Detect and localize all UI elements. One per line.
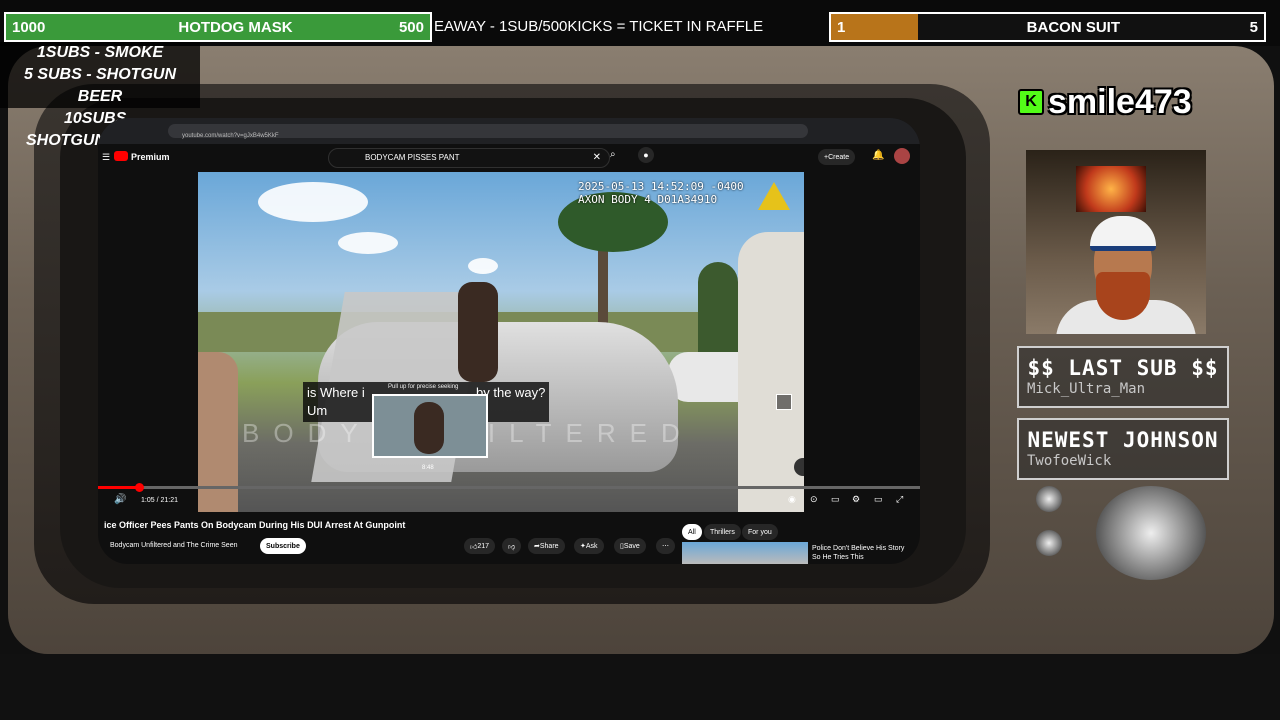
goal-target: 500 xyxy=(398,18,424,36)
menu-icon[interactable]: ☰ xyxy=(102,152,110,163)
browser-screen: youtube.com/watch?v=gJxB4w5KkF ☰ Premium… xyxy=(98,118,920,564)
last-sub-title: $$ LAST SUB $$ xyxy=(1027,356,1219,380)
seek-hint: Pull up for precise seeking xyxy=(388,384,459,390)
thumbs-down-icon: 👎︎ xyxy=(508,543,516,551)
video-player[interactable]: 2025-05-13 14:52:09 -0400 AXON BODY 4 D0… xyxy=(198,172,804,512)
goal-bar-hotdog-mask: 1000 HOTDOG MASK 500 xyxy=(4,12,432,42)
cloud xyxy=(338,232,398,254)
channel-name[interactable]: Bodycam Unfiltered and The Crime Seen xyxy=(110,542,238,549)
player-controls: 🔊 1:05 / 21:21 ◉ ⊙ ▭ ⚙ ▭ ⤢ xyxy=(98,492,920,510)
youtube-logo-icon[interactable] xyxy=(114,151,128,161)
ask-button[interactable]: ✦ Ask xyxy=(574,538,604,554)
chip-thrillers[interactable]: Thrillers xyxy=(704,524,741,540)
preview-person xyxy=(414,402,444,454)
axon-logo-icon xyxy=(758,182,790,210)
sub-reward-item: 1SUBS - SMOKE xyxy=(36,44,164,61)
goal-current: 1000 xyxy=(12,18,46,36)
create-button[interactable]: + Create xyxy=(818,149,856,165)
progress-scrubber[interactable] xyxy=(135,483,145,492)
seek-preview-time: 8:48 xyxy=(422,465,434,471)
thumbs-up-icon: 👍︎ xyxy=(470,543,478,551)
theater-mode-icon[interactable]: ▭ xyxy=(874,494,883,505)
last-sub-box: $$ LAST SUB $$ Mick_Ultra_Man xyxy=(1017,346,1229,408)
sub-reward-item: 5 SUBS - SHOTGUN BEER xyxy=(23,66,176,105)
address-bar[interactable]: youtube.com/watch?v=gJxB4w5KkF xyxy=(168,124,808,139)
rec-title-line: Police Don't Believe His Story xyxy=(812,545,905,552)
last-sub-name: Mick_Ultra_Man xyxy=(1027,381,1146,397)
address-url: youtube.com/watch?v=gJxB4w5KkF xyxy=(182,133,279,139)
channel-row: Bodycam Unfiltered and The Crime Seen Su… xyxy=(110,538,690,558)
webcam-feed xyxy=(1026,150,1206,334)
like-button[interactable]: 👍︎ 217 xyxy=(464,538,496,554)
time-display: 1:05 / 21:21 xyxy=(141,497,178,504)
chip-for-you[interactable]: For you xyxy=(742,524,778,540)
miniplayer-icon[interactable] xyxy=(776,394,792,410)
kick-username: K smile473 xyxy=(1018,80,1230,124)
youtube-header: ☰ Premium BODYCAM PISSES PANT ✕ ⌕ ● + Cr… xyxy=(98,144,920,172)
goal-label: BACON SUIT xyxy=(1026,18,1120,36)
streamer-hat xyxy=(1090,216,1156,251)
goal-target: 5 xyxy=(1249,18,1258,36)
goal-bar-bacon-suit: 1 BACON SUIT 5 xyxy=(829,12,1266,42)
bodycam-timestamp: 2025-05-13 14:52:09 -0400 AXON BODY 4 D0… xyxy=(578,180,744,206)
device-text: AXON BODY 4 D01A34910 xyxy=(578,193,718,206)
clear-search-icon[interactable]: ✕ xyxy=(593,152,601,163)
goal-current: 1 xyxy=(837,18,846,36)
chip-all[interactable]: All xyxy=(682,524,702,540)
caption-line-1: is Where i xyxy=(307,385,365,400)
toggle-icon[interactable]: ⊙ xyxy=(810,494,818,505)
timestamp-text: 2025-05-13 14:52:09 -0400 xyxy=(578,180,744,193)
create-label: Create xyxy=(828,153,850,161)
share-button[interactable]: ➦ Share xyxy=(528,538,565,554)
microphone-icon[interactable]: ● xyxy=(638,147,654,163)
tv-knob xyxy=(1036,530,1062,556)
driver-person xyxy=(458,282,498,382)
autoplay-toggle-icon[interactable]: ◉ xyxy=(788,494,796,505)
captions-icon[interactable]: ▭ xyxy=(831,494,840,505)
recommended-title[interactable]: Police Don't Believe His Story So He Tri… xyxy=(812,544,904,562)
tv-knob-panel xyxy=(1016,482,1228,582)
save-label: Save xyxy=(623,542,640,550)
cloud xyxy=(468,258,498,274)
video-progress-bar[interactable] xyxy=(98,483,920,492)
cloud xyxy=(258,182,368,222)
save-button[interactable]: ▯ Save xyxy=(614,538,646,554)
browser-chrome: youtube.com/watch?v=gJxB4w5KkF xyxy=(98,118,920,144)
recommended-thumbnail[interactable] xyxy=(682,542,808,564)
notifications-bell-icon[interactable]: 🔔 xyxy=(872,150,884,161)
kick-username-text: smile473 xyxy=(1048,82,1192,121)
tv-knob xyxy=(1036,486,1062,512)
sub-rewards-list: 1SUBS - SMOKE 5 SUBS - SHOTGUN BEER 10SU… xyxy=(0,42,200,149)
search-icon[interactable]: ⌕ xyxy=(610,149,616,160)
volume-icon[interactable]: 🔊 xyxy=(114,494,126,505)
settings-gear-icon[interactable]: ⚙ xyxy=(852,494,860,505)
search-query: BODYCAM PISSES PANT xyxy=(365,153,460,162)
dislike-button[interactable]: 👎︎ xyxy=(502,538,522,554)
subscribe-button[interactable]: Subscribe xyxy=(260,538,306,554)
newest-johnson-box: NEWEST JOHNSON TwofoeWick xyxy=(1017,418,1229,480)
video-title: ice Officer Pees Pants On Bodycam During… xyxy=(104,520,406,530)
avatar[interactable] xyxy=(894,148,910,164)
ask-label: Ask xyxy=(585,542,598,550)
rec-title-line: So He Tries This xyxy=(812,554,864,561)
seek-preview-thumbnail xyxy=(372,394,488,458)
like-count: 217 xyxy=(477,542,490,550)
more-actions-button[interactable]: ⋯ xyxy=(656,538,675,554)
tv-dial xyxy=(1096,486,1206,580)
fullscreen-icon[interactable]: ⤢ xyxy=(896,494,903,505)
goal-label: HOTDOG MASK xyxy=(178,18,293,36)
raffle-ticker: EAWAY - 1SUB/500KICKS = TICKET IN RAFFLE xyxy=(434,18,764,35)
fireplace xyxy=(1076,166,1146,212)
progress-fill xyxy=(98,486,140,489)
newest-johnson-name: TwofoeWick xyxy=(1027,453,1112,469)
floor-bar xyxy=(0,654,1280,720)
search-input[interactable]: BODYCAM PISSES PANT ✕ xyxy=(328,148,610,168)
share-label: Share xyxy=(539,542,559,550)
more-icon: ⋯ xyxy=(662,543,669,550)
kick-logo-icon: K xyxy=(1018,89,1044,115)
newest-johnson-title: NEWEST JOHNSON xyxy=(1027,428,1219,452)
youtube-premium-label: Premium xyxy=(131,152,170,162)
